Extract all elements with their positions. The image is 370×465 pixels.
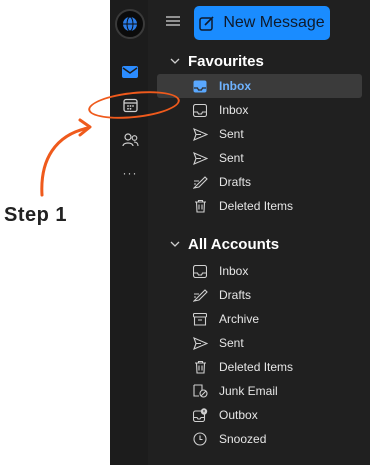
clock-icon: [191, 430, 209, 448]
folder-label: Sent: [219, 127, 244, 141]
compose-icon: [199, 16, 214, 31]
outbox-icon: [191, 406, 209, 424]
folder-item-inbox[interactable]: Inbox: [157, 98, 362, 122]
folder-item-archive[interactable]: Archive: [157, 307, 362, 331]
archive-icon: [191, 310, 209, 328]
folder-item-outbox[interactable]: Outbox: [157, 403, 362, 427]
sent-icon: [191, 334, 209, 352]
folder-label: Deleted Items: [219, 360, 294, 374]
folder-label: Junk Email: [219, 384, 278, 398]
junk-icon: [191, 382, 209, 400]
favourites-title: Favourites: [188, 52, 264, 70]
new-message-label: New Message: [223, 14, 325, 31]
drafts-icon: [191, 173, 209, 191]
people-icon[interactable]: [119, 129, 141, 151]
folder-label: Inbox: [219, 79, 251, 93]
folder-label: Sent: [219, 151, 244, 165]
folder-item-deleted-items[interactable]: Deleted Items: [157, 194, 362, 218]
folder-item-drafts[interactable]: Drafts: [157, 283, 362, 307]
chevron-down-icon: [170, 241, 180, 247]
trash-icon: [191, 358, 209, 376]
sent-icon: [191, 149, 209, 167]
folder-label: Outbox: [219, 408, 258, 422]
folder-label: Archive: [219, 312, 260, 326]
folder-label: Drafts: [219, 175, 252, 189]
account-avatar[interactable]: [115, 9, 145, 39]
folder-item-sent[interactable]: Sent: [157, 122, 362, 146]
folder-item-sent[interactable]: Sent: [157, 331, 362, 355]
chevron-down-icon: [170, 58, 180, 64]
new-message-button[interactable]: New Message: [194, 6, 330, 40]
step-label: Step 1: [4, 204, 68, 226]
mail-icon[interactable]: [119, 61, 141, 83]
annotation-arrow: [40, 118, 92, 197]
sent-icon: [191, 125, 209, 143]
inbox-icon: [191, 101, 209, 119]
globe-icon: [123, 16, 137, 32]
folder-label: Snoozed: [219, 432, 267, 446]
folder-label: Sent: [219, 336, 244, 350]
folder-label: Deleted Items: [219, 199, 294, 213]
folder-label: Inbox: [219, 103, 249, 117]
more-icon[interactable]: ···: [119, 162, 141, 184]
app-rail: ···: [110, 0, 148, 465]
folder-label: Inbox: [219, 264, 249, 278]
drafts-icon: [191, 286, 209, 304]
menu-icon[interactable]: [165, 13, 181, 29]
folder-item-drafts[interactable]: Drafts: [157, 170, 362, 194]
all-accounts-header[interactable]: All Accounts: [170, 234, 279, 254]
folder-label: Drafts: [219, 288, 252, 302]
folder-item-sent[interactable]: Sent: [157, 146, 362, 170]
inbox-icon: [191, 262, 209, 280]
trash-icon: [191, 197, 209, 215]
folder-item-deleted-items[interactable]: Deleted Items: [157, 355, 362, 379]
folder-item-inbox-favourite-selected[interactable]: Inbox: [157, 74, 362, 98]
all-accounts-title: All Accounts: [188, 235, 280, 253]
favourites-header[interactable]: Favourites: [170, 51, 264, 71]
folder-item-junk-email[interactable]: Junk Email: [157, 379, 362, 403]
folder-item-inbox[interactable]: Inbox: [157, 259, 362, 283]
folder-item-snoozed[interactable]: Snoozed: [157, 427, 362, 451]
inbox-icon: [191, 77, 209, 95]
mail-app-sidebar: ··· New Message Favourites Inbox Inbox S…: [110, 0, 370, 465]
